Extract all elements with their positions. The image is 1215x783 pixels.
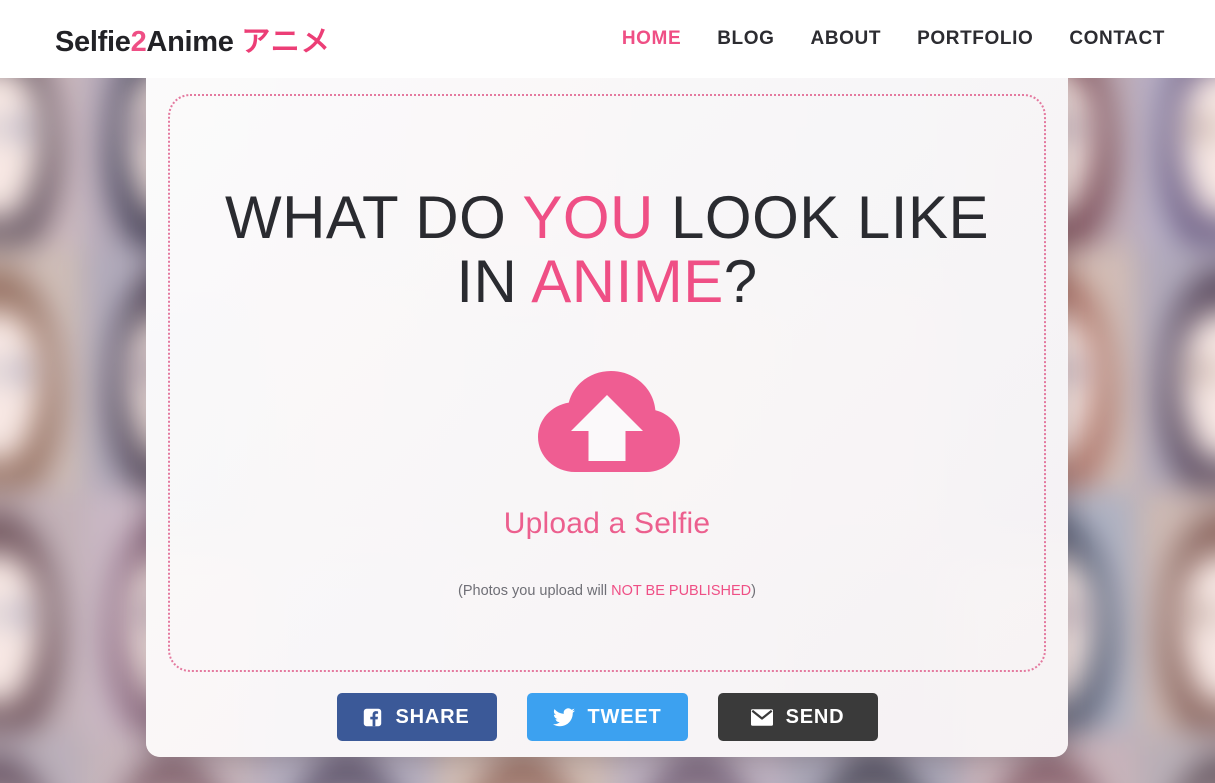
nav-item-blog[interactable]: BLOG: [717, 28, 774, 50]
logo-text-part2: Anime: [146, 26, 234, 58]
twitter-share-button[interactable]: TWEET: [526, 693, 688, 741]
share-button-row: SHARE TWEET SEND: [146, 693, 1068, 741]
main-navigation: HOME BLOG ABOUT PORTFOLIO CONTACT: [622, 28, 1165, 50]
site-logo[interactable]: Selfie2Anime アニメ: [55, 18, 331, 60]
upload-selfie-button[interactable]: Upload a Selfie: [146, 368, 1068, 541]
disclaimer-prefix: (Photos you upload will: [458, 583, 612, 599]
twitter-icon: [552, 707, 575, 727]
cloud-upload-icon[interactable]: [532, 368, 682, 480]
logo-text-part1: Selfie: [55, 26, 131, 58]
nav-item-contact[interactable]: CONTACT: [1069, 28, 1165, 50]
hero-highlight-you: YOU: [522, 184, 654, 251]
facebook-share-label: SHARE: [395, 705, 470, 728]
twitter-share-label: TWEET: [587, 705, 662, 728]
facebook-share-button[interactable]: SHARE: [336, 693, 497, 741]
email-share-label: SEND: [785, 705, 845, 728]
email-share-button[interactable]: SEND: [717, 693, 878, 741]
site-header: Selfie2Anime アニメ HOME BLOG ABOUT PORTFOL…: [0, 0, 1215, 78]
hero-text-2a: IN: [456, 248, 532, 315]
disclaimer-suffix: ): [751, 583, 756, 599]
hero-line-1: WHAT DO YOU LOOK LIKE: [225, 184, 989, 251]
logo-text-japanese: アニメ: [241, 26, 331, 58]
nav-item-about[interactable]: ABOUT: [811, 28, 882, 50]
privacy-disclaimer: (Photos you upload will NOT BE PUBLISHED…: [146, 583, 1068, 599]
upload-selfie-label: Upload a Selfie: [503, 507, 711, 540]
hero-highlight-anime: ANIME: [531, 248, 724, 315]
hero-text-2b: ?: [723, 248, 758, 315]
page-title: WHAT DO YOU LOOK LIKE IN ANIME?: [146, 186, 1068, 314]
envelope-icon: [750, 708, 773, 726]
disclaimer-warning: NOT BE PUBLISHED: [611, 583, 752, 599]
main-content-card: WHAT DO YOU LOOK LIKE IN ANIME? Upload a…: [146, 78, 1068, 757]
nav-item-home[interactable]: HOME: [622, 28, 681, 50]
hero-text-1b: LOOK LIKE: [653, 184, 990, 251]
facebook-icon: [363, 708, 382, 727]
logo-text-accent: 2: [130, 26, 147, 58]
hero-text-1a: WHAT DO: [224, 184, 523, 251]
hero-line-2: IN ANIME?: [456, 248, 757, 315]
nav-item-portfolio[interactable]: PORTFOLIO: [917, 28, 1033, 50]
